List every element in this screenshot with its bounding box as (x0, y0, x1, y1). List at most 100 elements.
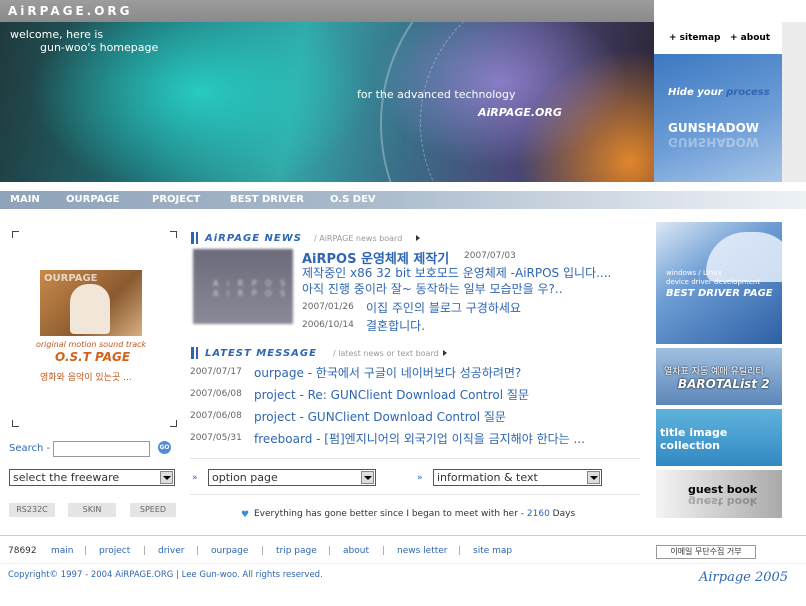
footer-link-project[interactable]: project (99, 546, 130, 556)
speed-button[interactable]: SPEED (130, 503, 176, 517)
barotalist-line-2: BAROTAList 2 (678, 377, 770, 391)
footer-separator: | (382, 546, 386, 556)
ost-description: 영화와 음악이 있는곳 ... (40, 373, 132, 383)
days-counter: Everything has gone better since I began… (254, 509, 575, 519)
double-chevron-icon: » (192, 473, 198, 483)
nav-best-driver[interactable]: BEST DRIVER (230, 194, 304, 205)
freeware-select-value: select the freeware (13, 471, 120, 484)
latest-heading: LATEST MESSAGE (205, 348, 317, 359)
latest-item-date: 2007/05/31 (190, 433, 242, 443)
barotalist-banner[interactable]: 열차표 자동 예매 유틸리티 BAROTAList 2 (656, 348, 782, 405)
footer-link-news-letter[interactable]: news letter (397, 546, 447, 556)
copyright: Copyright© 1997 - 2004 AiRPAGE.ORG | Lee… (8, 570, 323, 580)
latest-heading-bar-2 (196, 347, 198, 359)
footer-divider-2 (0, 563, 806, 564)
news-arrow-icon[interactable] (416, 235, 420, 241)
center-divider-2 (190, 494, 640, 495)
footer-link-main[interactable]: main (51, 546, 74, 556)
header-banner: welcome, here is gun-woo's homepage for … (0, 22, 654, 182)
frame-corner-tl (12, 231, 19, 238)
title-image-text: title image collection (660, 426, 728, 452)
email-refusal-button[interactable]: 이메일 무단수집 거부 (656, 545, 756, 559)
ost-title[interactable]: O.S.T PAGE (55, 350, 130, 364)
news-thumbnail-text-1: A i R P O S (213, 279, 289, 288)
nav-ourpage[interactable]: OURPAGE (66, 194, 120, 205)
chevron-down-icon[interactable] (361, 471, 374, 484)
latest-item-text[interactable]: ourpage - 한국에서 구글이 네이버보다 성공하려면? (254, 364, 521, 381)
news-heading-bar-2 (196, 232, 198, 244)
welcome-line-2: gun-woo's homepage (40, 41, 159, 54)
news-thumbnail[interactable]: A i R P O S A i R P O S (193, 249, 293, 324)
news-item-text[interactable]: 결혼합니다. (366, 317, 425, 334)
footer-separator: | (143, 546, 147, 556)
latest-item-text[interactable]: project - GUNClient Download Control 질문 (254, 408, 506, 425)
latest-heading-bar (191, 347, 194, 359)
right-gray-strip (782, 22, 806, 182)
skin-button[interactable]: SKIN (68, 503, 116, 517)
latest-item-text[interactable]: freeboard - [펌]엔지니어의 외국기업 이직을 금지해야 한다는 .… (254, 430, 585, 447)
days-counter-unit: Days (552, 509, 576, 519)
best-driver-line-1: windows / Linux (666, 269, 722, 277)
ost-image[interactable]: OURPAGE (40, 270, 142, 336)
latest-item-date: 2007/07/17 (190, 367, 242, 377)
chevron-down-icon[interactable] (587, 471, 600, 484)
gunshadow-reflection: GUNSHADOW (668, 135, 760, 149)
latest-item-text[interactable]: project - Re: GUNClient Download Control… (254, 386, 529, 403)
search-go-button[interactable]: GO (158, 441, 171, 454)
ost-image-title: OURPAGE (44, 273, 98, 284)
footer-separator: | (196, 546, 200, 556)
latest-item-date: 2007/06/08 (190, 411, 242, 421)
info-select-value: information & text (437, 471, 538, 484)
footer-link-trip-page[interactable]: trip page (276, 546, 317, 556)
rs232c-button[interactable]: RS232C (9, 503, 55, 517)
freeware-select[interactable]: select the freeware (9, 469, 175, 486)
site-logo[interactable]: AiRPAGE.ORG (8, 4, 133, 18)
news-heading-bar (191, 232, 194, 244)
days-counter-text: Everything has gone better since I began… (254, 509, 525, 519)
footer-link-about[interactable]: about (343, 546, 369, 556)
info-select[interactable]: information & text (433, 469, 602, 486)
news-item-text[interactable]: 이집 주인의 블로그 구경하세요 (366, 299, 521, 316)
footer-link-site-map[interactable]: site map (473, 546, 512, 556)
nav-main[interactable]: MAIN (10, 194, 40, 205)
footer-link-driver[interactable]: driver (158, 546, 184, 556)
best-driver-banner[interactable]: windows / Linux device driver developmen… (656, 222, 782, 344)
main-nav: MAIN OURPAGE PROJECT BEST DRIVER O.S DEV (0, 191, 806, 209)
frame-corner-tr (170, 231, 177, 238)
footer-separator: | (328, 546, 332, 556)
news-main-line-1[interactable]: 제작중인 x86 32 bit 보호모드 운영체제 -AiRPOS 입니다...… (302, 264, 611, 281)
option-select-value: option page (212, 471, 278, 484)
option-select[interactable]: option page (208, 469, 376, 486)
gunshadow-panel[interactable]: Hide your process GUNSHADOW GUNSHADOW (654, 54, 782, 182)
about-link[interactable]: + about (730, 33, 770, 43)
ost-subtitle: original motion sound track (36, 340, 147, 349)
nav-project[interactable]: PROJECT (152, 194, 200, 205)
hide-prefix: Hide your (668, 87, 727, 98)
news-thumbnail-text-2: A i R P O S (213, 289, 289, 298)
guestbook-reflection: guest book (688, 495, 758, 508)
top-bar: AiRPAGE.ORG (0, 0, 654, 22)
footer-separator: | (84, 546, 88, 556)
news-subheading: / AiRPAGE news board (314, 234, 403, 243)
title-image-banner[interactable]: title image collection (656, 409, 782, 466)
double-chevron-icon: » (417, 473, 423, 483)
visitor-counter: 78692 (8, 546, 37, 556)
hide-process-text: Hide your process (668, 87, 770, 98)
chevron-down-icon[interactable] (160, 471, 173, 484)
news-main-line-2[interactable]: 아직 진행 중이라 잘~ 동작하는 일부 모습만을 우?.. (302, 280, 563, 297)
news-heading: AiRPAGE NEWS (205, 233, 302, 244)
footer-separator: | (458, 546, 462, 556)
hide-suffix: process (726, 87, 770, 98)
search-input[interactable] (53, 441, 150, 457)
signature: Airpage 2005 (699, 570, 789, 585)
footer-link-ourpage[interactable]: ourpage (211, 546, 248, 556)
nav-os-dev[interactable]: O.S DEV (330, 194, 376, 205)
gunshadow-title: GUNSHADOW (668, 121, 760, 135)
latest-arrow-icon[interactable] (443, 350, 447, 356)
heart-icon: ♥ (241, 510, 250, 520)
guestbook-banner[interactable]: guest book guest book (656, 470, 782, 518)
banner-tagline: for the advanced technology (357, 88, 516, 101)
latest-subheading: / latest news or text board (333, 349, 439, 358)
welcome-text: welcome, here is gun-woo's homepage (10, 28, 158, 54)
sitemap-link[interactable]: + sitemap (669, 33, 720, 43)
